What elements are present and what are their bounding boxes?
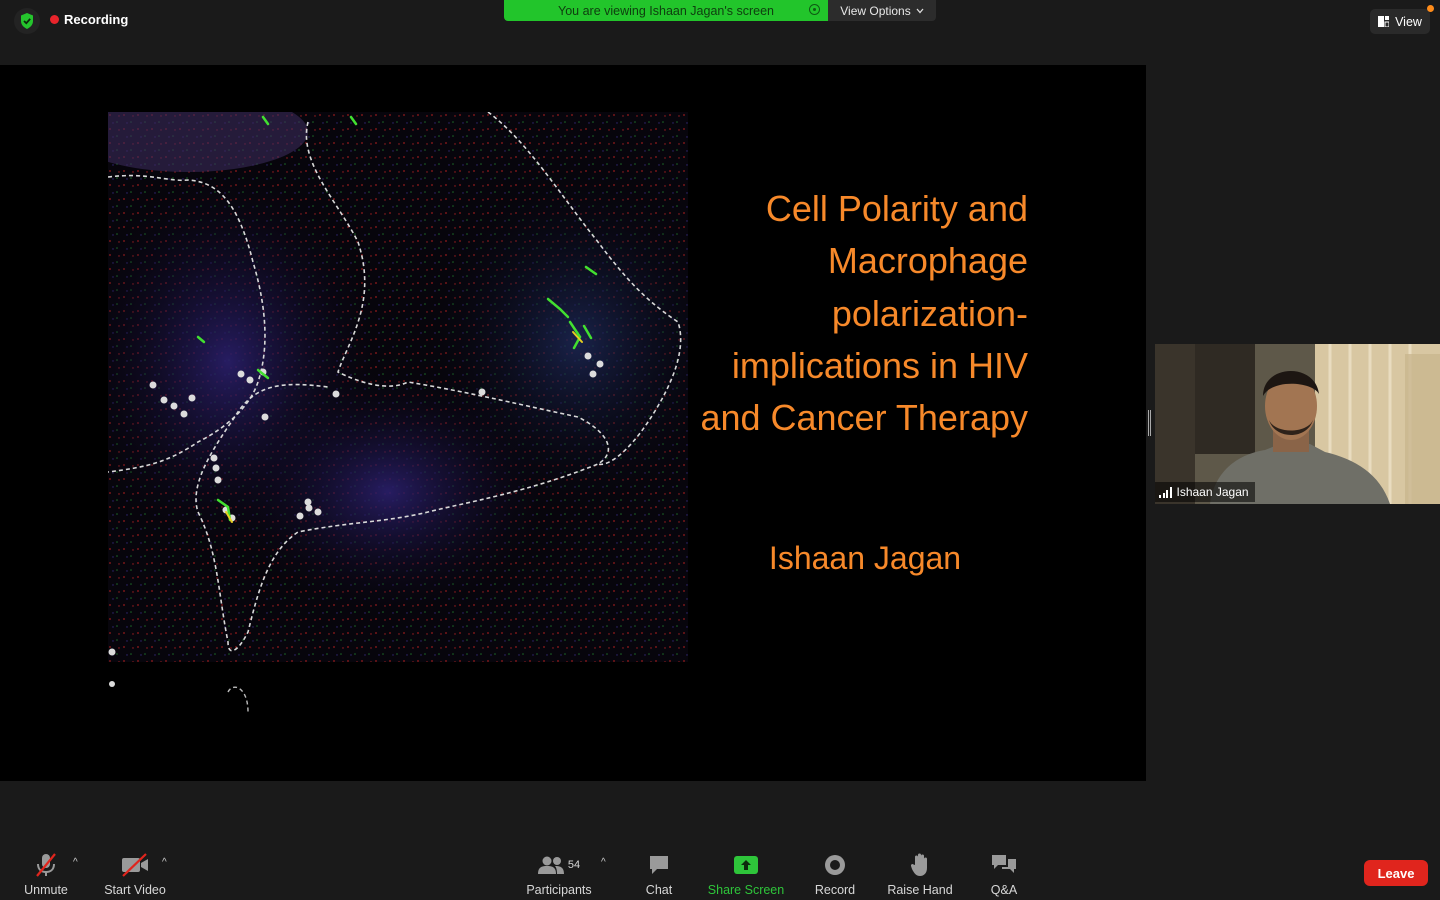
eye-icon [809,4,820,15]
record-icon [824,853,846,877]
slide-title-line: implications in HIV [731,344,1028,386]
chat-icon [648,853,670,877]
notification-dot-icon [1427,5,1434,12]
share-screen-label: Share Screen [707,883,785,897]
slide-author: Ishaan Jagan [768,540,962,576]
video-options-caret-up-icon[interactable]: ^ [162,857,167,868]
slide-title-line: polarization- [831,292,1028,334]
slide-title-line: Macrophage [827,240,1028,282]
slide-title-line: Cell Polarity and [765,188,1028,229]
chat-label: Chat [645,883,673,897]
raise-hand-icon [910,853,930,877]
signal-bars-icon [1159,486,1172,498]
viewing-banner-text: You are viewing Ishaan Jagan's screen [558,3,774,18]
participants-count: 54 [567,859,581,871]
recording-label: Recording [64,12,129,27]
top-bar: Recording You are viewing Ishaan Jagan's… [0,0,1440,64]
panel-resize-handle[interactable] [1148,410,1151,436]
start-video-label: Start Video [104,883,166,897]
raise-hand-label: Raise Hand [887,883,953,897]
view-layout-button[interactable]: View [1370,9,1430,34]
view-grid-icon [1378,16,1390,27]
record-label: Record [814,883,856,897]
raise-hand-button[interactable]: Raise Hand [884,853,956,897]
leave-button[interactable]: Leave [1364,860,1428,886]
audio-options-caret-up-icon[interactable]: ^ [73,857,78,868]
participant-name-tag: Ishaan Jagan [1155,482,1255,502]
participants-icon: 54 [537,853,581,877]
viewing-screen-banner: You are viewing Ishaan Jagan's screen [504,0,828,21]
view-options-label: View Options [840,3,911,18]
recording-dot-icon [50,15,59,24]
chat-button[interactable]: Chat [640,853,678,897]
record-button[interactable]: Record [812,853,858,897]
recording-indicator[interactable]: Recording [50,12,128,27]
slide-title: Cell Polarity and Macrophage polarizatio… [690,183,1028,444]
qa-icon [991,853,1017,877]
start-video-button[interactable]: Start Video [100,853,170,897]
participants-button[interactable]: 54 Participants [522,853,596,897]
shared-screen: Cell Polarity and Macrophage polarizatio… [0,65,1146,781]
security-shield-icon[interactable] [14,8,40,34]
view-options-button[interactable]: View Options [828,0,936,21]
unmute-button[interactable]: Unmute [22,853,70,897]
meeting-toolbar: Unmute ^ Start Video ^ 54 Participants ^… [0,847,1440,900]
participants-label: Participants [526,883,592,897]
mic-muted-icon [34,853,58,877]
share-screen-icon [733,853,759,877]
qa-button[interactable]: Q&A [988,853,1020,897]
participant-video-feed [1155,344,1440,504]
view-button-label: View [1395,14,1422,29]
unmute-label: Unmute [24,883,68,897]
qa-label: Q&A [990,883,1018,897]
video-off-icon [121,853,149,877]
chevron-down-icon [916,8,924,13]
participants-options-caret-up-icon[interactable]: ^ [601,857,606,868]
participant-video-tile[interactable]: Ishaan Jagan [1155,344,1440,504]
slide-title-line: and Cancer Therapy [700,397,1028,439]
participant-name: Ishaan Jagan [1176,485,1249,499]
microscopy-image [108,112,688,712]
share-screen-button[interactable]: Share Screen [706,853,786,897]
